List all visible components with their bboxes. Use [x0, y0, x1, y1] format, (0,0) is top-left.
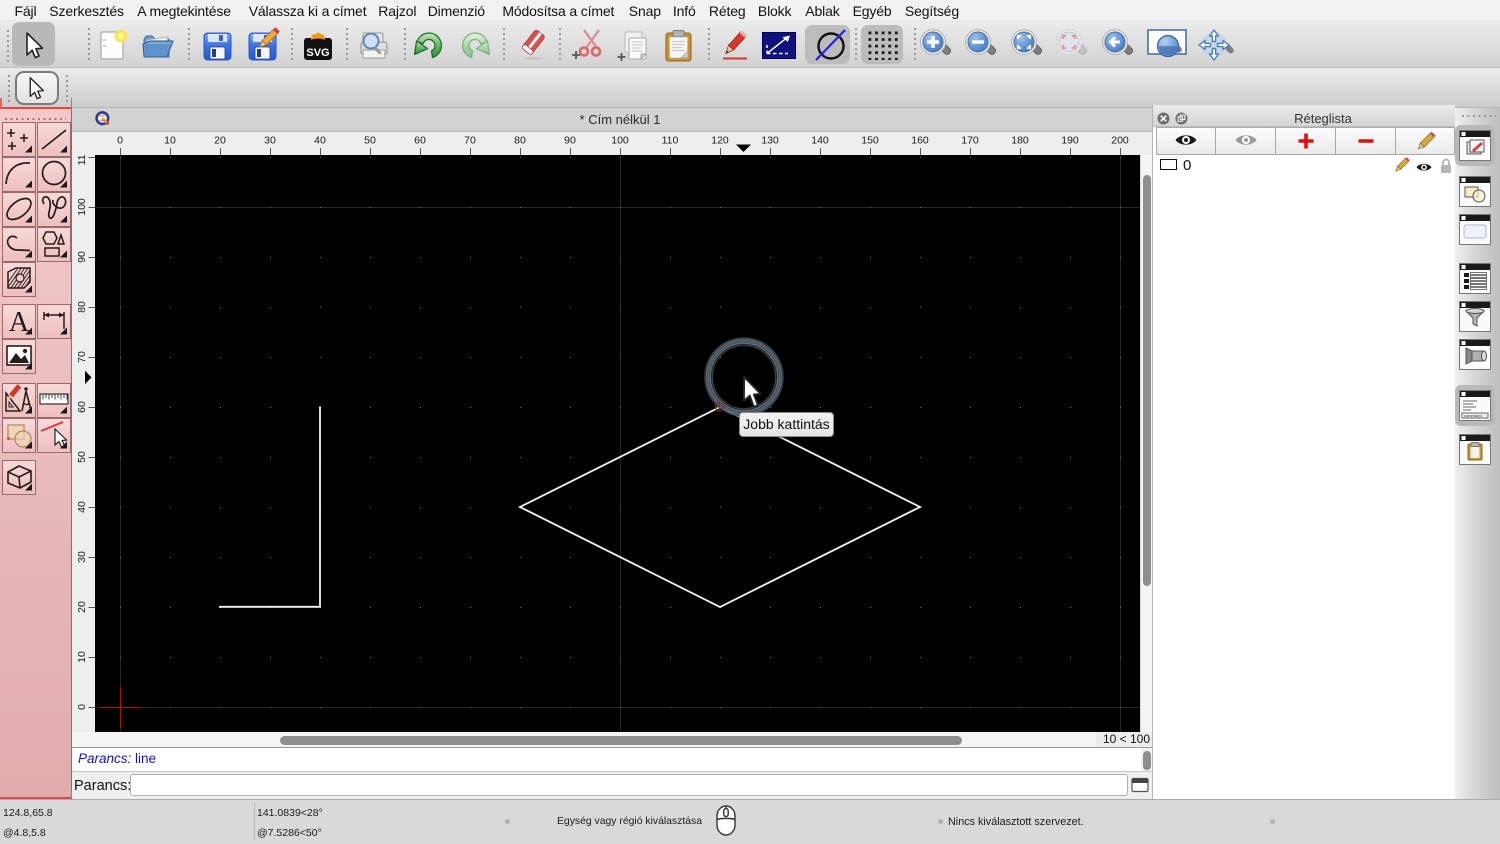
svg-text:50: 50	[76, 451, 88, 463]
svg-text:10: 10	[164, 134, 176, 146]
svg-text:40: 40	[76, 501, 88, 513]
svg-text:180: 180	[1011, 134, 1029, 146]
svg-text:60: 60	[414, 134, 426, 146]
svg-text:50: 50	[364, 134, 376, 146]
svg-text:160: 160	[911, 134, 929, 146]
svg-text:30: 30	[264, 134, 276, 146]
svg-text:80: 80	[514, 134, 526, 146]
svg-text:200: 200	[1111, 134, 1129, 146]
svg-text:90: 90	[76, 251, 88, 263]
svg-text:140: 140	[811, 134, 829, 146]
svg-text:SVG: SVG	[306, 47, 329, 59]
svg-text:100: 100	[76, 198, 88, 216]
svg-text:130: 130	[761, 134, 779, 146]
svg-text:90: 90	[564, 134, 576, 146]
svg-text:60: 60	[76, 401, 88, 413]
svg-text:0: 0	[117, 134, 123, 146]
svg-text:110: 110	[662, 134, 679, 146]
svg-text:120: 120	[711, 134, 729, 146]
svg-text:40: 40	[314, 134, 326, 146]
svg-text:110: 110	[76, 155, 88, 165]
svg-text:0: 0	[76, 704, 88, 710]
svg-text:command: command	[1464, 413, 1482, 418]
svg-text:170: 170	[961, 134, 979, 146]
svg-text:20: 20	[76, 601, 88, 613]
svg-text:100: 100	[611, 134, 629, 146]
svg-text:20: 20	[214, 134, 226, 146]
svg-text:70: 70	[464, 134, 476, 146]
svg-text:150: 150	[861, 134, 879, 146]
svg-text:80: 80	[76, 301, 88, 313]
svg-text:190: 190	[1061, 134, 1079, 146]
svg-text:10: 10	[76, 651, 88, 663]
svg-text:70: 70	[76, 351, 88, 363]
svg-text:30: 30	[76, 551, 88, 563]
